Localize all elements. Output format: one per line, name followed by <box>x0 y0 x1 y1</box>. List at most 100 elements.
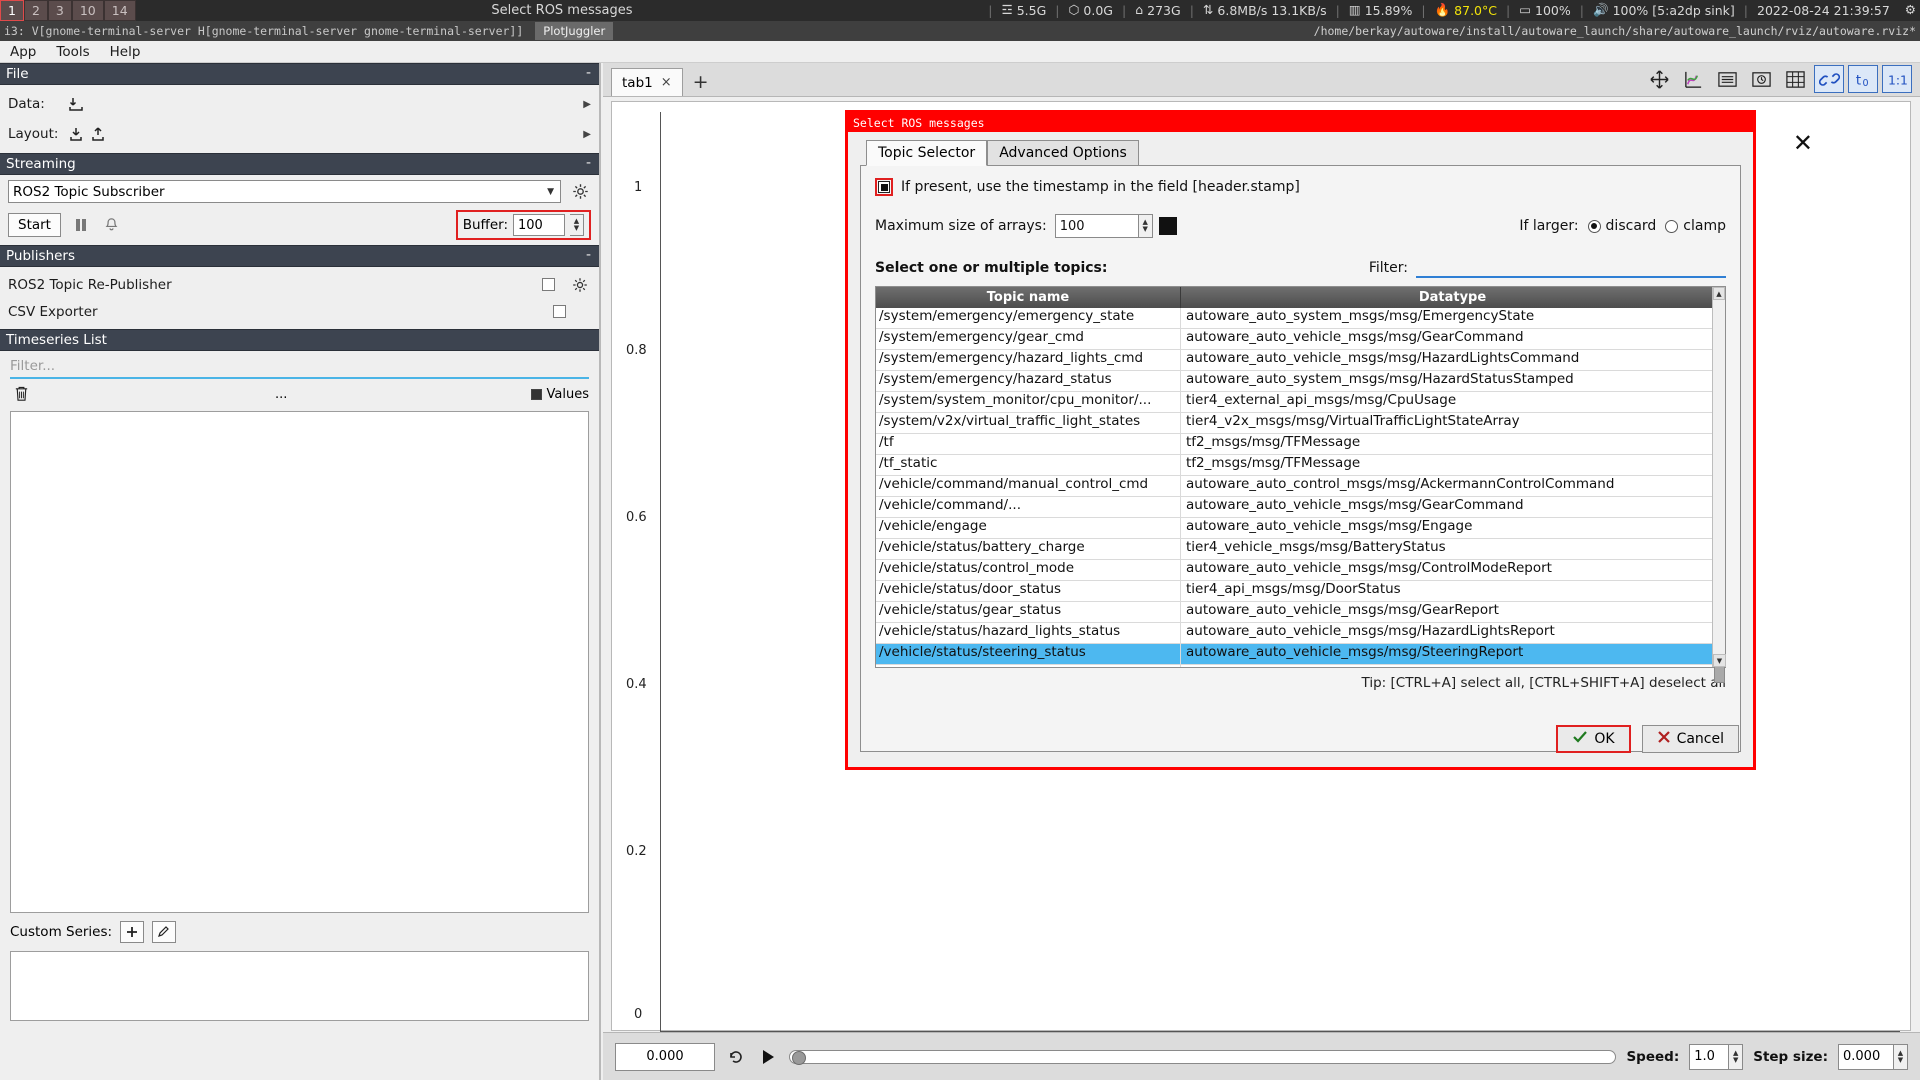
table-row[interactable]: /vehicle/status/gear_statusautoware_auto… <box>876 602 1725 623</box>
column-header-datatype[interactable]: Datatype <box>1181 287 1725 308</box>
publisher-checkbox[interactable] <box>553 305 566 318</box>
tab-advanced-options[interactable]: Advanced Options <box>987 140 1139 165</box>
menu-item-tools[interactable]: Tools <box>46 42 99 62</box>
streaming-settings-gear-icon[interactable] <box>569 181 591 203</box>
playback-time-value[interactable]: 0.000 <box>615 1043 715 1071</box>
menu-item-app[interactable]: App <box>0 42 46 62</box>
speed-stepper[interactable]: ▲▼ <box>1729 1044 1743 1070</box>
curve-editor-icon[interactable] <box>1678 65 1708 93</box>
pause-icon[interactable] <box>70 214 92 236</box>
table-row-selected[interactable]: /vehicle/status/steering_statusautoware_… <box>876 644 1725 665</box>
table-row[interactable]: /system/emergency/emergency_stateautowar… <box>876 308 1725 329</box>
ratio-1-1-icon[interactable]: 1:1 <box>1882 65 1912 93</box>
buffer-input[interactable]: 100 <box>513 214 565 236</box>
radio-clamp-button[interactable] <box>1665 220 1678 233</box>
topic-filter-input[interactable] <box>1416 258 1726 278</box>
playback-slider-handle[interactable] <box>792 1051 806 1065</box>
spin-down-icon[interactable]: ▼ <box>1898 1057 1903 1064</box>
load-data-icon[interactable] <box>66 93 88 115</box>
cancel-button[interactable]: Cancel <box>1642 725 1739 753</box>
table-row[interactable]: /system/emergency/gear_cmdautoware_auto_… <box>876 329 1725 350</box>
add-tab-button[interactable]: + <box>693 71 709 93</box>
table-row[interactable]: /system/v2x/virtual_traffic_light_states… <box>876 413 1725 434</box>
max-array-input[interactable]: 100 <box>1055 214 1139 238</box>
collapse-icon[interactable]: - <box>586 155 591 171</box>
scroll-up-icon[interactable]: ▲ <box>1713 287 1725 300</box>
dialog-close-icon[interactable]: ✕ <box>1793 129 1813 157</box>
section-header-streaming[interactable]: Streaming - <box>0 153 599 175</box>
radio-discard[interactable]: discard <box>1588 218 1657 234</box>
collapse-icon[interactable]: - <box>586 247 591 263</box>
buffer-stepper[interactable]: ▲▼ <box>570 214 584 236</box>
workspace-button[interactable]: 1 <box>0 0 24 21</box>
playback-slider[interactable] <box>789 1050 1616 1064</box>
section-header-file[interactable]: File - <box>0 63 599 85</box>
table-row[interactable]: /vehicle/status/battery_chargetier4_vehi… <box>876 539 1725 560</box>
notification-bell-icon[interactable] <box>101 214 123 236</box>
table-row[interactable]: /tftf2_msgs/msg/TFMessage <box>876 434 1725 455</box>
chevron-right-icon[interactable]: ▶ <box>583 129 591 140</box>
collapse-icon[interactable]: - <box>586 65 591 81</box>
tab-topic-selector[interactable]: Topic Selector <box>866 140 987 166</box>
section-header-publishers[interactable]: Publishers - <box>0 245 599 267</box>
spin-down-icon[interactable]: ▼ <box>1143 226 1148 233</box>
workspace-button[interactable]: 2 <box>24 0 48 21</box>
chevron-right-icon[interactable]: ▶ <box>583 99 591 110</box>
publisher-checkbox[interactable] <box>542 278 555 291</box>
table-row[interactable]: /system/system_monitor/cpu_monitor/...ti… <box>876 392 1725 413</box>
use-header-stamp-row[interactable]: If present, use the timestamp in the fie… <box>875 178 1726 196</box>
timeseries-filter-input[interactable]: Filter... <box>10 355 589 379</box>
load-layout-icon[interactable] <box>66 123 88 145</box>
table-row[interactable]: /tf_statictf2_msgs/msg/TFMessage <box>876 455 1725 476</box>
streaming-start-button[interactable]: Start <box>8 213 61 237</box>
plot-tab[interactable]: tab1 × <box>611 68 683 96</box>
link-axes-icon[interactable] <box>1814 65 1844 93</box>
loop-icon[interactable] <box>725 1046 747 1068</box>
publisher-row[interactable]: ROS2 Topic Re-Publisher <box>0 271 599 298</box>
time-offset-icon[interactable]: t0 <box>1848 65 1878 93</box>
help-icon[interactable] <box>1159 217 1177 235</box>
delete-trash-icon[interactable] <box>10 383 32 405</box>
time-tracker-icon[interactable] <box>1746 65 1776 93</box>
max-array-stepper[interactable]: ▲▼ <box>1139 214 1153 238</box>
values-toggle-icon[interactable] <box>531 389 542 400</box>
custom-series-list-box[interactable] <box>10 951 589 1021</box>
play-icon[interactable] <box>757 1046 779 1068</box>
section-header-timeseries[interactable]: Timeseries List <box>0 329 599 351</box>
publisher-settings-gear-icon[interactable] <box>569 274 591 296</box>
save-layout-icon[interactable] <box>88 123 110 145</box>
table-row[interactable]: /vehicle/status/hazard_lights_statusauto… <box>876 623 1725 644</box>
scroll-down-icon[interactable]: ▼ <box>1713 654 1726 667</box>
spin-down-icon[interactable]: ▼ <box>574 225 579 232</box>
radio-clamp[interactable]: clamp <box>1665 218 1726 234</box>
table-row[interactable]: /vehicle/status/door_statustier4_api_msg… <box>876 581 1725 602</box>
table-row[interactable]: /vehicle/command/manual_control_cmdautow… <box>876 476 1725 497</box>
header-stamp-checkbox[interactable] <box>875 178 893 196</box>
workspace-button[interactable]: 10 <box>72 0 104 21</box>
pan-zoom-icon[interactable] <box>1644 65 1674 93</box>
step-size-input[interactable]: 0.000 <box>1838 1044 1894 1070</box>
speed-input[interactable]: 1.0 <box>1689 1044 1729 1070</box>
table-row[interactable]: /system/emergency/hazard_lights_cmdautow… <box>876 350 1725 371</box>
ok-button[interactable]: OK <box>1556 725 1630 753</box>
workspace-button[interactable]: 14 <box>104 0 136 21</box>
column-header-topic-name[interactable]: Topic name <box>876 287 1181 308</box>
streaming-source-select[interactable]: ROS2 Topic Subscriber ▼ <box>8 180 561 203</box>
table-row[interactable]: /vehicle/engageautoware_auto_vehicle_msg… <box>876 518 1725 539</box>
legend-icon[interactable] <box>1712 65 1742 93</box>
menu-item-help[interactable]: Help <box>100 42 151 62</box>
close-tab-icon[interactable]: × <box>661 75 672 90</box>
table-row[interactable]: /vehicle/status/turn_indicators_statusau… <box>876 665 1725 667</box>
timeseries-list-box[interactable] <box>10 411 589 913</box>
active-window-title[interactable]: PlotJuggler <box>535 22 613 40</box>
workspace-button[interactable]: 3 <box>48 0 72 21</box>
step-size-stepper[interactable]: ▲▼ <box>1894 1044 1908 1070</box>
publisher-row[interactable]: CSV Exporter <box>0 298 599 325</box>
edit-custom-series-button[interactable] <box>152 921 176 943</box>
table-row[interactable]: /system/emergency/hazard_statusautoware_… <box>876 371 1725 392</box>
add-custom-series-button[interactable] <box>120 921 144 943</box>
radio-discard-button[interactable] <box>1588 220 1601 233</box>
grid-icon[interactable] <box>1780 65 1810 93</box>
table-scrollbar[interactable]: ▲ ▼ <box>1712 287 1725 667</box>
systray-icon[interactable]: ⚙ <box>1899 4 1916 17</box>
